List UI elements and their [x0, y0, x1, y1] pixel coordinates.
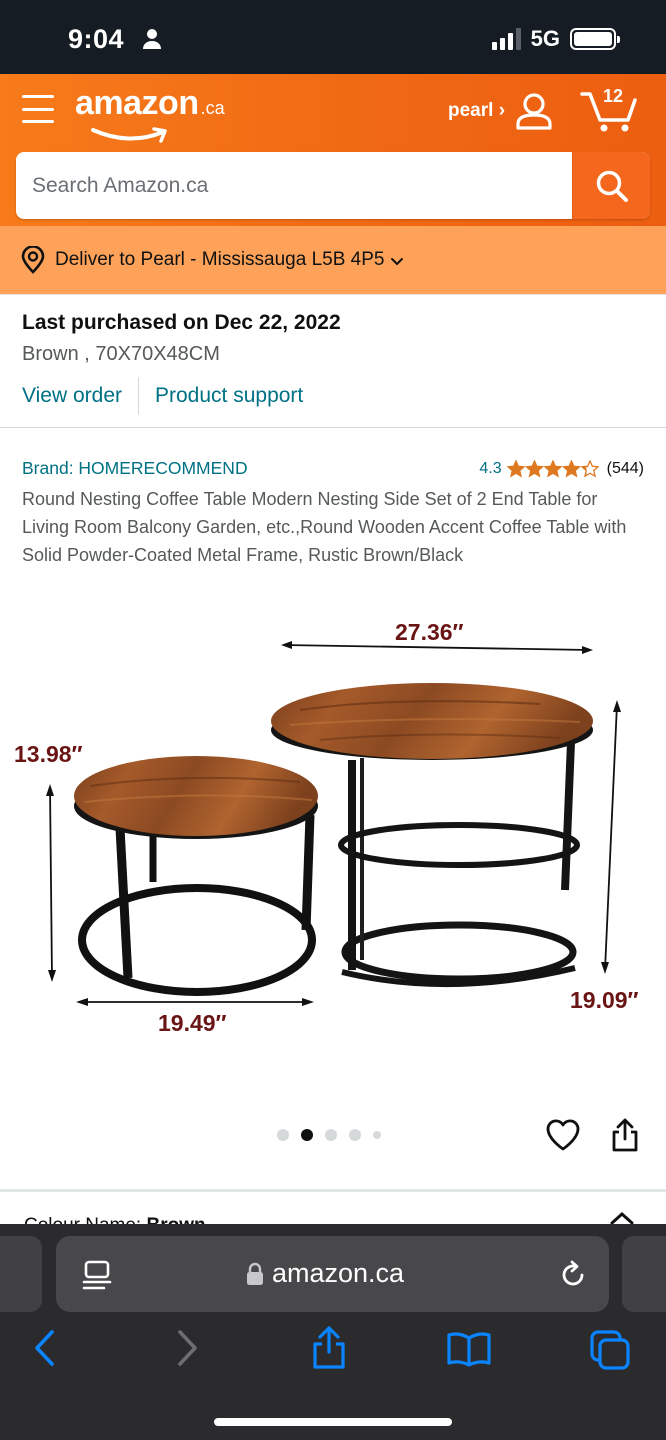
product-support-link[interactable]: Product support [155, 384, 303, 408]
location-pin-icon [21, 246, 45, 274]
purchased-variant: Brown , 70X70X48CM [22, 343, 220, 365]
dimension-small-width: 19.49″ [158, 1010, 227, 1036]
star [562, 460, 580, 477]
section-divider [0, 1189, 666, 1192]
carousel-dot[interactable] [301, 1129, 313, 1141]
person-icon [142, 28, 162, 55]
star [506, 460, 525, 477]
product-title[interactable]: Round Nesting Coffee Table Modern Nestin… [22, 485, 644, 569]
carousel-dot[interactable] [325, 1129, 337, 1141]
rating-summary[interactable]: 4.3 (544) [479, 460, 644, 478]
address-bar[interactable]: amazon.ca [56, 1236, 609, 1312]
search-icon [596, 170, 628, 202]
star [543, 460, 562, 477]
chevron-down-icon [391, 258, 404, 266]
cart-count: 12 [603, 86, 624, 106]
tabs-icon[interactable] [588, 1328, 632, 1377]
purchase-links: View order Product support [22, 377, 303, 415]
amazon-header: amazon .ca pearl › 12 [0, 74, 666, 226]
forward-icon[interactable] [176, 1328, 200, 1373]
logo-tld: .ca [200, 98, 225, 118]
share-icon[interactable] [310, 1324, 348, 1375]
lock-icon [247, 1262, 263, 1285]
brand-link[interactable]: Brand: HOMERECOMMEND [22, 458, 248, 479]
image-carousel-dots[interactable] [277, 1129, 381, 1141]
account-link[interactable]: pearl › [448, 100, 505, 122]
star [525, 460, 543, 477]
amazon-logo[interactable]: amazon .ca [75, 84, 225, 143]
status-time: 9:04 [68, 24, 125, 54]
smile-arrow-icon [91, 127, 167, 143]
last-purchased-title: Last purchased on Dec 22, 2022 [22, 311, 341, 334]
dimension-large-width: 27.36″ [395, 619, 464, 645]
deliver-to-bar[interactable]: Deliver to Pearl - Mississauga L5B 4P5 [0, 226, 666, 294]
back-icon[interactable] [32, 1328, 56, 1373]
link-divider [138, 377, 139, 415]
product-image[interactable]: 27.36″ 13.98″ 19.49″ 19.09″ [0, 600, 666, 1070]
menu-icon[interactable] [22, 95, 54, 123]
review-count: (544) [606, 460, 644, 477]
logo-word: amazon [75, 84, 199, 122]
heart-icon[interactable] [545, 1118, 581, 1157]
search-bar [16, 152, 650, 219]
carousel-dot[interactable] [373, 1131, 381, 1139]
next-tab-preview[interactable] [622, 1236, 666, 1312]
search-input[interactable] [16, 152, 572, 219]
carousel-dot[interactable] [349, 1129, 361, 1141]
reload-icon[interactable] [558, 1260, 588, 1295]
deliver-to-text: Deliver to Pearl - Mississauga L5B 4P5 [55, 249, 385, 270]
large-table-illustration [271, 683, 593, 988]
battery-icon [570, 28, 620, 50]
status-bar: 9:04 5G [0, 0, 666, 74]
star-rating-icon [506, 460, 599, 477]
page-menu-icon[interactable] [82, 1260, 112, 1295]
dimension-small-height: 13.98″ [14, 741, 83, 767]
search-button[interactable] [572, 152, 650, 219]
bookmarks-icon[interactable] [446, 1330, 492, 1373]
home-indicator [214, 1418, 452, 1426]
rating-value: 4.3 [479, 460, 502, 477]
url-display[interactable]: amazon.ca [246, 1258, 404, 1289]
safari-bottom-bar: amazon.ca [0, 1224, 666, 1440]
carousel-dot[interactable] [277, 1129, 289, 1141]
signal-icon [491, 28, 521, 50]
previous-tab-preview[interactable] [0, 1236, 42, 1312]
small-table-illustration [74, 756, 318, 996]
star [580, 460, 599, 477]
safari-toolbar [0, 1326, 666, 1388]
view-order-link[interactable]: View order [22, 384, 122, 408]
user-icon[interactable] [515, 92, 553, 135]
purchase-info: Last purchased on Dec 22, 2022 Brown , 7… [0, 294, 666, 428]
dimension-large-height: 19.09″ [570, 987, 639, 1013]
cart-button[interactable]: 12 [580, 86, 638, 134]
url-text: amazon.ca [272, 1258, 405, 1288]
network-label: 5G [530, 26, 560, 51]
share-icon[interactable] [610, 1117, 640, 1158]
